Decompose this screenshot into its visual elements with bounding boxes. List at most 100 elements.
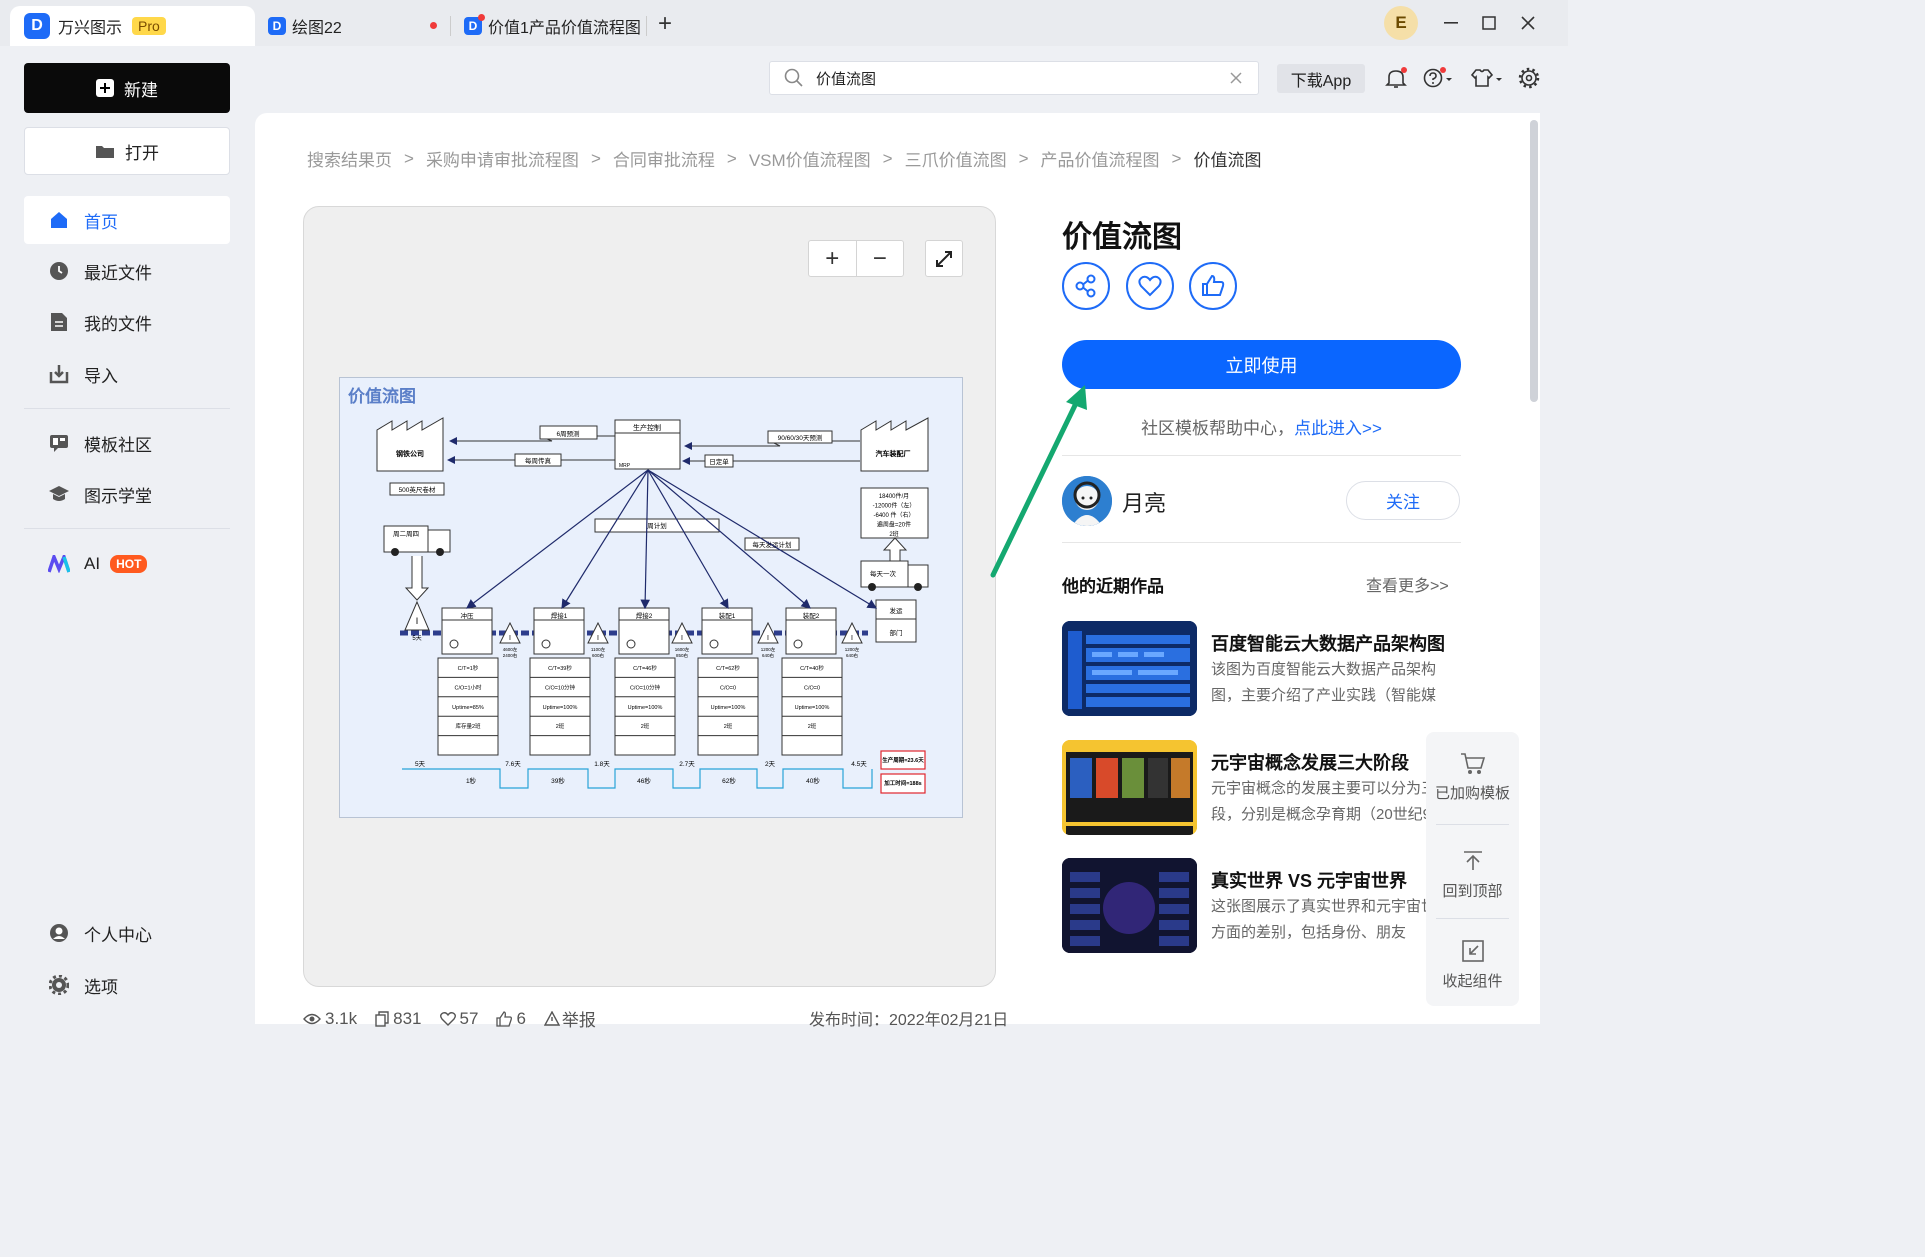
thumbs-stat[interactable]: 6 <box>496 1009 526 1029</box>
timeline-bottom-label: 62秒 <box>722 776 736 785</box>
process-data-row: C/O=10分钟 <box>630 683 661 691</box>
sidebar-item-options[interactable]: 选项 <box>24 961 230 1009</box>
bell-icon[interactable] <box>1385 67 1407 94</box>
tool-divider <box>1436 824 1509 825</box>
sidebar-item-label: 模板社区 <box>84 435 152 455</box>
help-icon[interactable] <box>1422 67 1454 94</box>
copies-stat: 831 <box>375 1009 422 1029</box>
zoom-in-button[interactable]: + <box>809 241 857 276</box>
process-data-row: C/T=62秒 <box>716 664 740 672</box>
maximize-button[interactable] <box>1474 10 1504 36</box>
tab-drawing22[interactable]: D 绘图22 <box>268 6 448 46</box>
back-to-top-button[interactable]: 回到顶部 <box>1426 850 1519 901</box>
sidebar-item-label: AI <box>84 554 101 573</box>
truck-in-label: 周二周四 <box>393 530 419 538</box>
fullscreen-button[interactable] <box>925 240 963 277</box>
collapse-widget-button[interactable]: 收起组件 <box>1426 940 1519 991</box>
graduation-cap-icon <box>48 484 70 504</box>
search-box[interactable]: 价值流图 <box>769 61 1259 95</box>
breadcrumb-item[interactable]: 合同审批流程 <box>613 146 715 171</box>
sidebar-item-academy[interactable]: 图示学堂 <box>24 470 230 518</box>
sidebar-item-label: 我的文件 <box>84 314 152 334</box>
share-button[interactable] <box>1062 262 1110 310</box>
scrollbar[interactable] <box>1530 120 1538 402</box>
follow-button[interactable]: 关注 <box>1346 481 1460 520</box>
favorite-button[interactable] <box>1126 262 1174 310</box>
app-home-tab[interactable]: D 万兴图示 Pro <box>10 6 255 46</box>
timeline-top-label: 2天 <box>765 760 776 768</box>
zoom-out-button[interactable]: − <box>857 241 904 276</box>
purchased-templates-button[interactable]: 已加购模板 <box>1426 752 1519 803</box>
process-data-row: C/T=39秒 <box>548 664 572 672</box>
process-name: 装配2 <box>803 611 820 620</box>
user-avatar[interactable]: E <box>1384 6 1418 40</box>
search-input[interactable]: 价值流图 <box>816 68 1230 89</box>
process-data-row: Uptime=100% <box>628 705 663 711</box>
help-center-link[interactable]: 点此进入>> <box>1294 419 1382 438</box>
breadcrumb: 搜索结果页 > 采购申请审批流程图 > 合同审批流程 > VSM价值流程图 > 三爪价值… <box>307 146 1261 171</box>
process-data-row: C/O=0 <box>804 685 820 691</box>
cart-icon <box>1460 753 1485 774</box>
sidebar-item-import[interactable]: 导入 <box>24 350 230 398</box>
import-icon <box>48 364 70 384</box>
sidebar-item-community[interactable]: 模板社区 <box>24 419 230 467</box>
gear-icon <box>48 975 70 995</box>
inventory-label: 1100左 <box>591 646 606 652</box>
sidebar-item-my-files[interactable]: 我的文件 <box>24 298 230 346</box>
svg-text:I: I <box>767 635 769 642</box>
minimize-button[interactable] <box>1436 10 1466 36</box>
see-more-link[interactable]: 查看更多>> <box>1366 572 1449 596</box>
settings-gear-icon[interactable] <box>1518 67 1540 94</box>
warning-icon <box>543 1011 560 1026</box>
heart-icon <box>439 1011 456 1026</box>
user-icon <box>48 923 70 943</box>
process-data-row: C/O=1小时 <box>454 683 482 691</box>
hot-badge: HOT <box>110 555 148 573</box>
report-link[interactable]: 举报 <box>543 1006 596 1031</box>
work-title[interactable]: 真实世界 VS 元宇宙世界 <box>1211 867 1407 893</box>
new-tab-button[interactable]: + <box>658 10 672 38</box>
supplier-factory-shape <box>376 417 444 472</box>
new-button[interactable]: 新建 <box>24 63 230 113</box>
close-window-button[interactable] <box>1513 10 1543 36</box>
work-thumbnail[interactable] <box>1062 740 1197 835</box>
sidebar-item-profile[interactable]: 个人中心 <box>24 909 230 957</box>
inbound-truck <box>383 525 429 553</box>
work-thumbnail[interactable] <box>1062 858 1197 953</box>
download-app-button[interactable]: 下载App <box>1277 64 1365 93</box>
breadcrumb-item[interactable]: VSM价值流程图 <box>749 146 871 171</box>
unsaved-dot-icon <box>430 22 437 29</box>
share-icon <box>1075 274 1096 298</box>
expand-icon <box>936 250 952 267</box>
vsm-diagram: 价值流图 钢铁公司 汽车装配厂 生产控制 MRP 6周预测 每周传真 90/60… <box>339 377 963 818</box>
thumbs-up-icon <box>1202 274 1225 296</box>
breadcrumb-item[interactable]: 采购申请审批流程图 <box>426 146 579 171</box>
forecast-6w-label: 6周预测 <box>556 429 580 438</box>
use-now-button[interactable]: 立即使用 <box>1062 340 1461 389</box>
work-title[interactable]: 百度智能云大数据产品架构图 <box>1211 630 1445 656</box>
clear-icon[interactable] <box>1230 72 1242 84</box>
production-control-label: 生产控制 <box>633 423 661 432</box>
file-icon <box>48 312 70 332</box>
like-button[interactable] <box>1189 262 1237 310</box>
author-name[interactable]: 月亮 <box>1122 486 1166 518</box>
sidebar-divider <box>24 528 230 529</box>
process-name: 装配1 <box>719 611 736 620</box>
eye-icon <box>303 1013 321 1024</box>
weekly-fax-label: 每周传真 <box>525 456 552 465</box>
work-title[interactable]: 元宇宙概念发展三大阶段 <box>1211 749 1409 775</box>
truck-out-label: 每天一次 <box>870 569 897 578</box>
work-thumbnail[interactable] <box>1062 621 1197 716</box>
skin-icon[interactable] <box>1470 67 1504 94</box>
sidebar-item-ai[interactable]: AI HOT <box>24 540 230 588</box>
tab-value-stream[interactable]: D 价值1产品价值流程图 <box>464 6 654 46</box>
dept-label: 部门 <box>890 628 903 637</box>
breadcrumb-item[interactable]: 产品价值流程图 <box>1041 146 1160 171</box>
breadcrumb-item[interactable]: 搜索结果页 <box>307 146 392 171</box>
breadcrumb-item[interactable]: 三爪价值流图 <box>905 146 1007 171</box>
likes-stat[interactable]: 57 <box>439 1009 478 1029</box>
sidebar-item-recent[interactable]: 最近文件 <box>24 247 230 295</box>
heart-icon <box>1138 275 1162 297</box>
sidebar-item-home[interactable]: 首页 <box>24 196 230 244</box>
open-button[interactable]: 打开 <box>24 127 230 175</box>
